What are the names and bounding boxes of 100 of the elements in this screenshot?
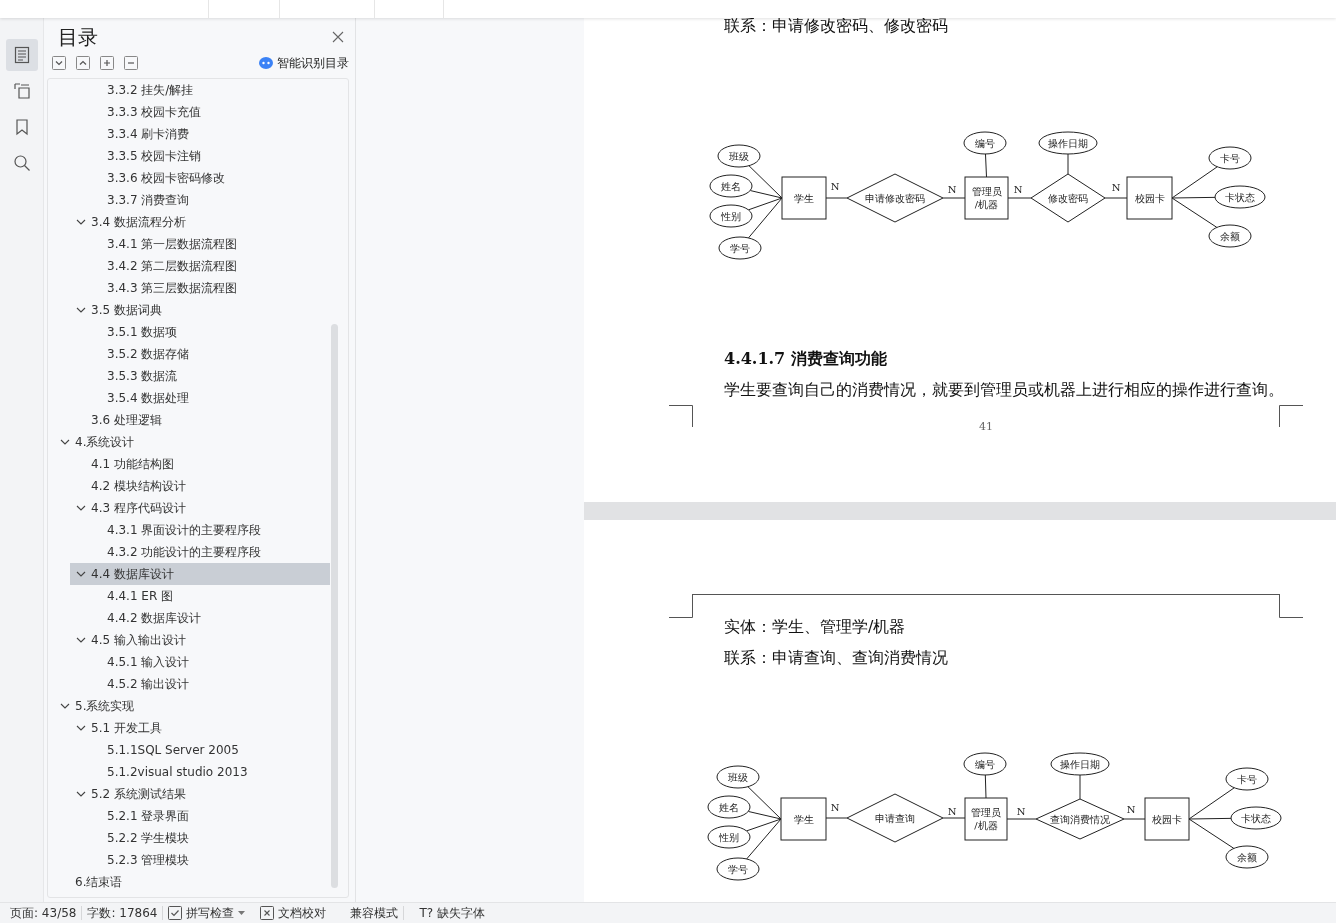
- toc-item[interactable]: 3.4.3 第三层数据流程图: [86, 277, 330, 299]
- toc-item[interactable]: 3.4 数据流程分析: [70, 211, 330, 233]
- collapse-icon[interactable]: [76, 56, 90, 70]
- toc-item[interactable]: 5.1.1SQL Server 2005: [86, 739, 330, 761]
- toc-item[interactable]: 5.2.3 管理模块: [86, 849, 330, 871]
- toc-item[interactable]: 4.2 模块结构设计: [70, 475, 330, 497]
- attribute-node: 操作日期: [1050, 752, 1110, 776]
- toc-item[interactable]: 5.1 开发工具: [70, 717, 330, 739]
- attribute-node: 余额: [1225, 845, 1269, 869]
- attribute-node: 卡号: [1225, 767, 1269, 791]
- smart-toc-button[interactable]: 智能识别目录: [259, 54, 349, 72]
- toc-item[interactable]: 5.2.2 学生模块: [86, 827, 330, 849]
- minus-icon[interactable]: [124, 56, 138, 70]
- toc-item[interactable]: 4.5.1 输入设计: [86, 651, 330, 673]
- toc-item[interactable]: 6.结束语: [54, 871, 330, 893]
- toc-item[interactable]: 4.3.1 界面设计的主要程序段: [86, 519, 330, 541]
- toc-item[interactable]: 5.2.1 登录界面: [86, 805, 330, 827]
- toc-item[interactable]: 3.3.2 挂失/解挂: [86, 79, 330, 101]
- toc-item[interactable]: 4.3.2 功能设计的主要程序段: [86, 541, 330, 563]
- toc-item[interactable]: 3.3.4 刷卡消费: [86, 123, 330, 145]
- cardinality-label: N: [830, 181, 840, 192]
- cardinality-label: N: [1013, 184, 1023, 195]
- toc-item[interactable]: 3.4.1 第一层数据流程图: [86, 233, 330, 255]
- attribute-node: 姓名: [709, 174, 753, 198]
- toc-item[interactable]: 4.系统设计: [54, 431, 330, 453]
- cardinality-label: N: [830, 802, 840, 813]
- toc-item[interactable]: 4.5 输入输出设计: [70, 629, 330, 651]
- corner-mark: [669, 405, 693, 427]
- toc-item[interactable]: 4.3 程序代码设计: [70, 497, 330, 519]
- toc-item[interactable]: 5.1.2visual studio 2013: [86, 761, 330, 783]
- toc-item[interactable]: 3.3.6 校园卡密码修改: [86, 167, 330, 189]
- toc-item[interactable]: 3.5 数据词典: [70, 299, 330, 321]
- toc-item[interactable]: 4.5.2 输出设计: [86, 673, 330, 695]
- close-box-icon: [260, 906, 275, 920]
- expand-icon[interactable]: [52, 56, 66, 70]
- attribute-node: 学号: [718, 236, 762, 260]
- connector-line: [942, 817, 966, 819]
- connector-line: [825, 197, 848, 199]
- status-text: 字数: 17864: [86, 904, 159, 922]
- cardinality-label: N: [947, 184, 957, 195]
- scrollbar-thumb[interactable]: [331, 324, 338, 888]
- spell-check-button[interactable]: 拼写检查: [163, 904, 251, 922]
- connector-line: [1067, 153, 1069, 175]
- toc-item[interactable]: 3.5.4 数据处理: [86, 387, 330, 409]
- attribute-node: 姓名: [707, 795, 751, 819]
- toc-item[interactable]: 5.系统实现: [54, 695, 330, 717]
- cardinality-label: N: [1016, 806, 1026, 817]
- cardinality-label: N: [1126, 804, 1136, 815]
- toc-item[interactable]: 4.4.2 数据库设计: [86, 607, 330, 629]
- plus-icon[interactable]: [100, 56, 114, 70]
- connector-line: [1104, 197, 1128, 199]
- panel-tab[interactable]: [5, 39, 38, 71]
- entity-node: 管理员 /机器: [964, 797, 1008, 841]
- relationship-node: 申请查询: [846, 793, 944, 843]
- toc-item[interactable]: 3.5.2 数据存储: [86, 343, 330, 365]
- panel-title: 目录: [58, 23, 98, 51]
- toc-item[interactable]: 3.3.3 校园卡充值: [86, 101, 330, 123]
- attribute-node: 学号: [716, 857, 760, 881]
- attribute-node: 班级: [717, 144, 761, 168]
- smart-icon: [259, 57, 273, 69]
- relationship-node: 查询消费情况: [1035, 798, 1125, 840]
- body-text: 学生要查询自己的消费情况，就要到管理员或机器上进行相应的操作进行查询。: [724, 380, 1284, 400]
- connector-line: [942, 197, 966, 199]
- toc-item[interactable]: 4.4.1 ER 图: [86, 585, 330, 607]
- attribute-node: 卡号: [1208, 146, 1252, 170]
- attribute-node: 编号: [963, 131, 1007, 155]
- attribute-node: 编号: [963, 752, 1007, 776]
- attribute-node: 余额: [1208, 224, 1252, 248]
- toc-item[interactable]: 3.3.7 消费查询: [86, 189, 330, 211]
- toc-item[interactable]: 3.6 处理逻辑: [70, 409, 330, 431]
- connector-line: [1007, 197, 1032, 199]
- connector-line: [1123, 818, 1146, 820]
- close-icon[interactable]: [331, 30, 345, 44]
- attribute-node: 卡状态: [1230, 806, 1282, 830]
- toc-item[interactable]: 4.4 数据库设计: [70, 563, 330, 585]
- page-number: 41: [979, 421, 993, 433]
- toc-item[interactable]: 3.5.3 数据流: [86, 365, 330, 387]
- corner-mark: [1279, 405, 1303, 427]
- body-text: 联系：申请查询、查询消费情况: [724, 648, 948, 668]
- body-text: 实体：学生、管理学/机器: [724, 617, 906, 637]
- caret-icon: [238, 910, 246, 916]
- attribute-node: 卡状态: [1214, 185, 1266, 209]
- relationship-node: 修改密码: [1030, 173, 1106, 223]
- missing-font-button[interactable]: T? 缺失字体: [404, 904, 491, 922]
- search-icon: [12, 154, 31, 172]
- connector-line: [825, 817, 848, 819]
- toc-item[interactable]: 3.5.1 数据项: [86, 321, 330, 343]
- toc-item[interactable]: 5.2 系统测试结果: [70, 783, 330, 805]
- status-text: 兼容模式: [349, 904, 400, 922]
- toc-item[interactable]: 4.1 功能结构图: [70, 453, 330, 475]
- relationship-node: 申请修改密码: [846, 173, 944, 223]
- toc-item[interactable]: 3.3.5 校园卡注销: [86, 145, 330, 167]
- proofread-button[interactable]: 文档校对: [255, 904, 332, 922]
- connector-line: [1079, 774, 1081, 800]
- entity-node: 校园卡: [1144, 797, 1190, 841]
- font-glyph-icon: T?: [419, 906, 434, 920]
- attribute-node: 操作日期: [1038, 131, 1098, 155]
- outline-icon: [12, 46, 31, 64]
- attribute-node: 性别: [709, 204, 753, 228]
- toc-item[interactable]: 3.4.2 第二层数据流程图: [86, 255, 330, 277]
